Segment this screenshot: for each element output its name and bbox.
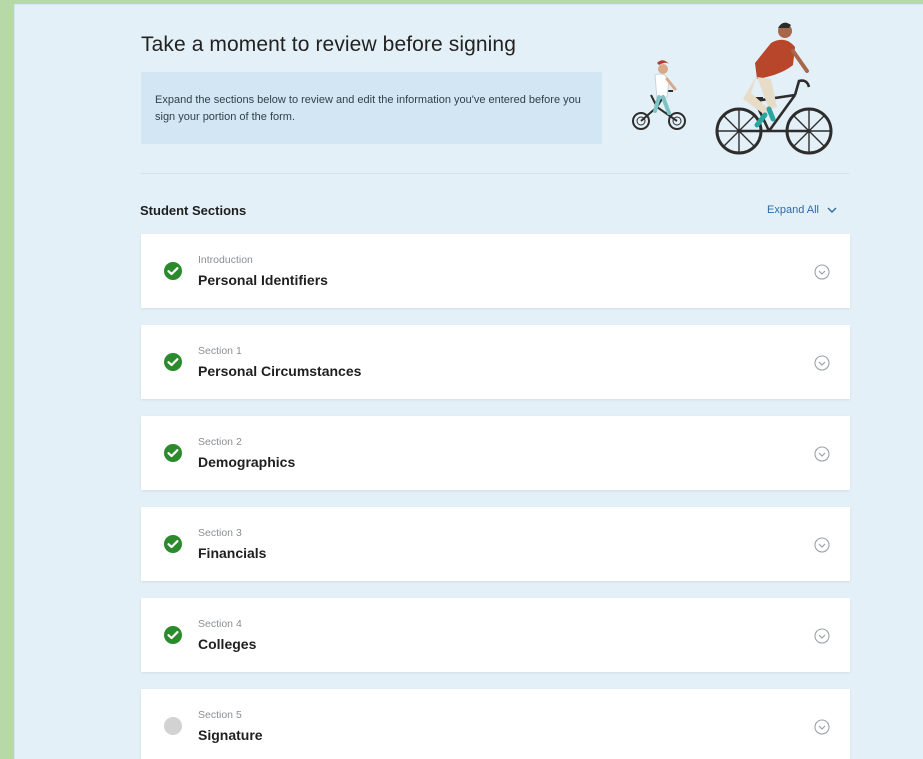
section-title: Colleges (198, 636, 257, 652)
section-title: Personal Circumstances (198, 363, 362, 379)
section-kicker: Section 4 (198, 618, 242, 630)
section-card-introduction[interactable]: Introduction Personal Identifiers (141, 234, 850, 308)
check-circle-icon (164, 353, 182, 371)
chevron-down-circle-icon[interactable] (814, 537, 830, 553)
check-circle-icon (164, 626, 182, 644)
section-kicker: Section 1 (198, 345, 242, 357)
section-card-2[interactable]: Section 2 Demographics (141, 416, 850, 490)
section-card-5[interactable]: Section 5 Signature (141, 689, 850, 759)
section-kicker: Introduction (198, 254, 253, 266)
section-kicker: Section 2 (198, 436, 242, 448)
expand-all-button[interactable]: Expand All (767, 204, 837, 216)
section-title: Demographics (198, 454, 296, 470)
chevron-down-icon (827, 207, 837, 213)
page-title: Take a moment to review before signing (141, 33, 516, 56)
section-kicker: Section 3 (198, 527, 242, 539)
cyclists-illustration (632, 22, 833, 155)
chevron-down-circle-icon[interactable] (814, 628, 830, 644)
section-title: Personal Identifiers (198, 272, 328, 288)
check-circle-icon (164, 262, 182, 280)
student-sections-heading: Student Sections (140, 203, 247, 218)
section-card-4[interactable]: Section 4 Colleges (141, 598, 850, 672)
section-kicker: Section 5 (198, 709, 242, 721)
chevron-down-circle-icon[interactable] (814, 446, 830, 462)
check-circle-icon (164, 444, 182, 462)
section-title: Financials (198, 545, 267, 561)
header-divider (141, 173, 849, 174)
section-card-3[interactable]: Section 3 Financials (141, 507, 850, 581)
chevron-down-circle-icon[interactable] (814, 264, 830, 280)
empty-circle-icon (164, 717, 182, 735)
section-card-1[interactable]: Section 1 Personal Circumstances (141, 325, 850, 399)
intro-message: Expand the sections below to review and … (141, 72, 602, 144)
review-panel: Take a moment to review before signing E… (14, 4, 923, 759)
section-title: Signature (198, 727, 263, 743)
intro-text: Expand the sections below to review and … (155, 94, 581, 123)
student-sections-list: Introduction Personal Identifiers Sectio… (141, 234, 850, 759)
chevron-down-circle-icon[interactable] (814, 355, 830, 371)
check-circle-icon (164, 535, 182, 553)
chevron-down-circle-icon[interactable] (814, 719, 830, 735)
expand-all-label: Expand All (767, 204, 819, 216)
